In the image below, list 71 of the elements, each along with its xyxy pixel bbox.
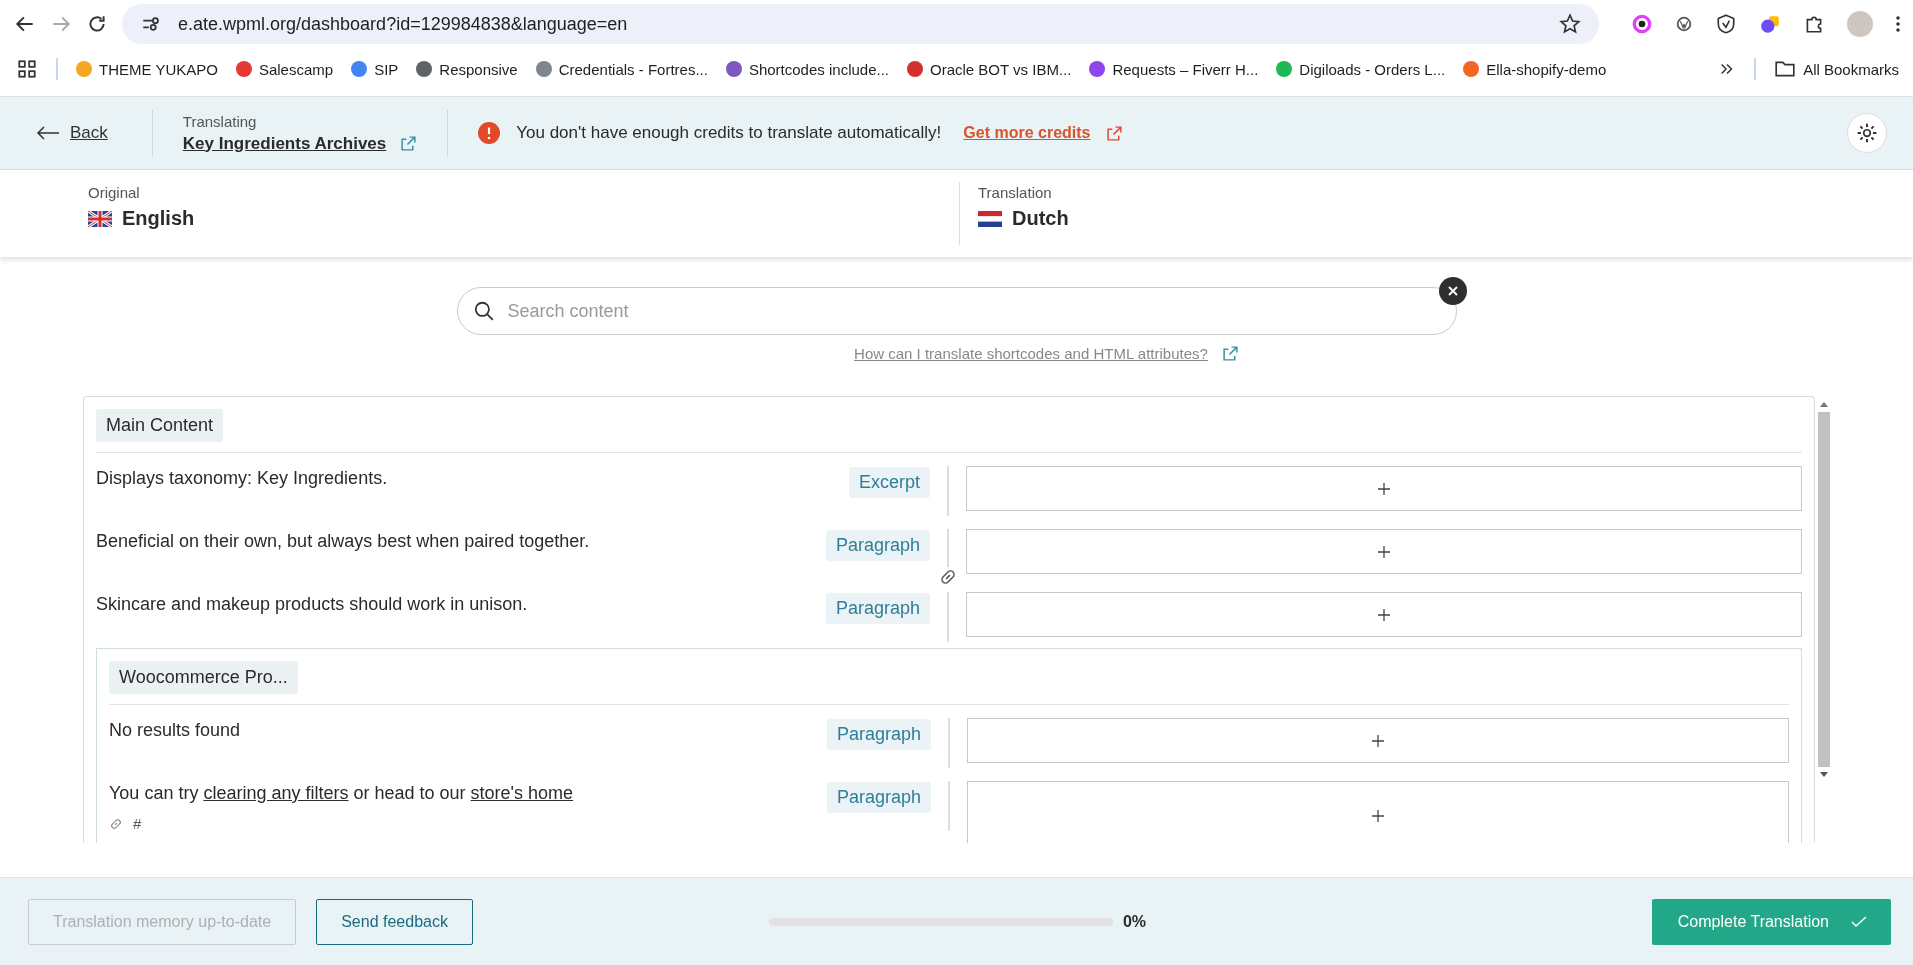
clear-search-button[interactable]	[1438, 277, 1467, 305]
content-type-tag: Excerpt	[848, 467, 930, 498]
search-field[interactable]: Search content	[456, 287, 1457, 335]
attribute-text: #	[133, 815, 142, 832]
reload-icon[interactable]	[86, 13, 108, 35]
plus-icon	[1371, 809, 1385, 823]
circles-icon[interactable]	[1759, 13, 1781, 35]
source-text: No results found	[109, 719, 241, 741]
star-icon[interactable]	[1559, 13, 1581, 35]
ring-icon[interactable]	[1631, 13, 1653, 35]
section-title: Woocommerce Pro...	[109, 661, 298, 694]
more-menu-icon[interactable]	[1895, 14, 1901, 34]
check-icon	[1851, 915, 1867, 928]
translation-label: Translation	[978, 184, 1053, 201]
close-icon	[1447, 286, 1458, 296]
translation-field[interactable]	[967, 718, 1789, 763]
source-text: Displays taxonomy: Key Ingredients.	[96, 467, 388, 489]
bookmark[interactable]: Requests – Fiverr H...	[1089, 60, 1259, 78]
document-title-link[interactable]: Key Ingredients Archives	[182, 133, 387, 154]
bookmark[interactable]: Shortcodes include...	[725, 60, 889, 78]
content-type-tag: Paragraph	[825, 530, 930, 561]
send-feedback-button[interactable]: Send feedback	[316, 898, 473, 945]
search-icon	[472, 300, 495, 322]
all-bookmarks-button[interactable]: All Bookmarks	[1774, 58, 1899, 80]
translating-label: Translating	[182, 112, 258, 130]
translation-field[interactable]	[967, 781, 1789, 843]
plus-icon	[1377, 607, 1391, 622]
credits-warning: You don't have enough credits to translate automatically!	[516, 123, 942, 143]
language-name: Dutch	[1012, 207, 1069, 230]
content-type-tag: Paragraph	[826, 719, 931, 750]
alert-icon	[478, 122, 501, 144]
help-link[interactable]: How can I translate shortcodes and HTML attributes?	[854, 345, 1208, 362]
get-credits-link[interactable]: Get more credits	[963, 124, 1091, 142]
original-label: Original	[88, 184, 141, 201]
link-icon	[109, 816, 123, 831]
bookmark[interactable]: Ella-shopify-demo	[1463, 60, 1607, 78]
progress-percent: 0%	[1122, 912, 1147, 931]
external-link-icon[interactable]	[1221, 345, 1239, 362]
shield-icon[interactable]	[1715, 13, 1737, 35]
bookmark[interactable]: Oracle BOT vs IBM...	[907, 60, 1072, 78]
apps-grid-icon[interactable]	[16, 58, 38, 80]
bookmark[interactable]: Digiloads - Orders L...	[1276, 60, 1446, 78]
translation-field[interactable]	[966, 592, 1802, 637]
language-name: English	[122, 207, 195, 230]
back-link[interactable]: Back	[36, 123, 122, 143]
plus-icon	[1377, 481, 1391, 496]
plus-icon	[1377, 544, 1391, 559]
bookmark[interactable]: Credentials - Fortres...	[535, 60, 708, 78]
external-link-icon[interactable]	[400, 135, 418, 152]
address-bar[interactable]: e.ate.wpml.org/dashboard?id=129984838&language=en	[122, 4, 1599, 44]
settings-icon	[1856, 122, 1878, 144]
source-text: Skincare and makeup products should work in unison.	[96, 593, 528, 615]
bookmark[interactable]: SIP	[351, 60, 399, 78]
dutch-flag-icon	[978, 210, 1002, 227]
translation-field[interactable]	[966, 466, 1802, 511]
plus-icon	[1371, 733, 1385, 748]
content-type-tag: Paragraph	[826, 782, 931, 813]
bookmark[interactable]: Responsive	[416, 60, 518, 78]
bookmark[interactable]: THEME YUKAPO	[76, 60, 218, 78]
translation-field[interactable]	[966, 529, 1802, 574]
bookmark[interactable]: Salescamp	[235, 60, 334, 78]
external-link-icon[interactable]	[1106, 124, 1124, 142]
scroll-down-icon[interactable]	[1819, 771, 1829, 779]
back-arrow-icon	[36, 126, 60, 140]
settings-button[interactable]	[1847, 113, 1887, 153]
scroll-up-icon[interactable]	[1819, 400, 1829, 408]
source-text: You can try clearing any filters or head to our store's home	[109, 782, 574, 804]
content-type-tag: Paragraph	[825, 593, 930, 624]
uk-flag-icon	[88, 210, 112, 227]
section-title: Main Content	[96, 409, 224, 442]
source-text: Beneficial on their own, but always best when paired together.	[96, 530, 590, 552]
